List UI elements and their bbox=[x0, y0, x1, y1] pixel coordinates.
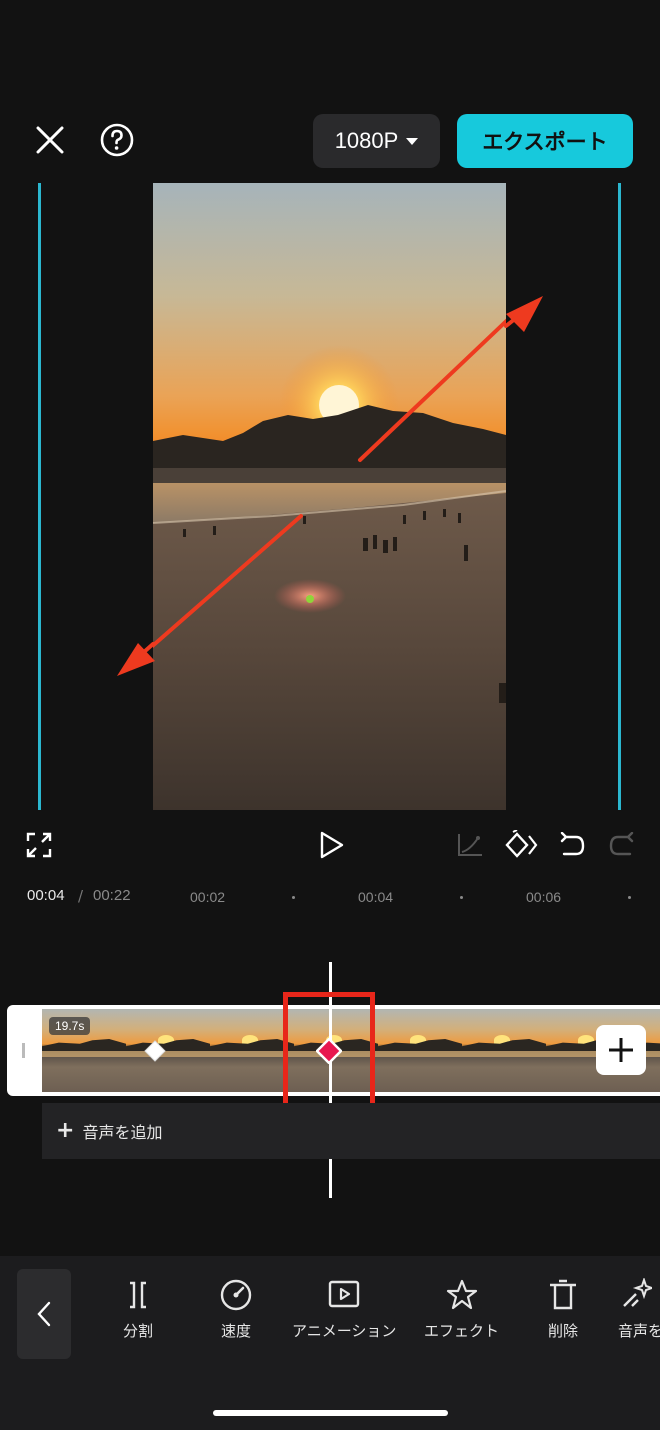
add-clip-button[interactable] bbox=[596, 1025, 646, 1075]
tool-delete[interactable]: 削除 bbox=[546, 1278, 580, 1341]
clip-thumbnail bbox=[210, 1009, 294, 1092]
clip-thumbnail bbox=[126, 1009, 210, 1092]
ruler-tick-label: 00:04 bbox=[358, 889, 394, 905]
ruler-dot bbox=[628, 896, 631, 899]
back-button[interactable] bbox=[17, 1269, 71, 1359]
resolution-dropdown[interactable]: 1080P bbox=[313, 114, 440, 168]
clip-trim-handle[interactable] bbox=[22, 1043, 25, 1058]
fullscreen-icon[interactable] bbox=[26, 832, 52, 858]
annotation-arrows bbox=[117, 296, 543, 676]
tool-label: 音声を bbox=[618, 1322, 660, 1340]
clip-thumbnail bbox=[462, 1009, 546, 1092]
undo-icon[interactable] bbox=[558, 831, 586, 858]
tool-effect[interactable]: エフェクト bbox=[424, 1278, 499, 1341]
effect-icon bbox=[446, 1279, 477, 1310]
plus-icon bbox=[609, 1038, 633, 1062]
highlight-annotation-box bbox=[283, 992, 375, 1108]
help-icon[interactable] bbox=[97, 120, 137, 160]
ruler-tick-label: 00:06 bbox=[526, 889, 562, 905]
total-time: 00:22 bbox=[93, 887, 131, 904]
tool-speed[interactable]: 速度 bbox=[219, 1278, 253, 1341]
play-icon[interactable] bbox=[318, 830, 346, 860]
add-audio-label: 音声を追加 bbox=[82, 1123, 163, 1142]
close-icon[interactable] bbox=[30, 120, 70, 160]
home-indicator bbox=[213, 1410, 448, 1416]
chevron-left-icon bbox=[37, 1301, 51, 1327]
plus-icon: + bbox=[56, 1118, 75, 1143]
time-separator: / bbox=[78, 887, 84, 905]
voice-effect-icon bbox=[623, 1278, 652, 1307]
clip-duration-badge: 19.7s bbox=[49, 1017, 91, 1035]
delete-icon bbox=[550, 1279, 576, 1310]
tool-animation[interactable]: アニメーション bbox=[292, 1278, 396, 1341]
tool-voice-effect[interactable]: 音声を bbox=[618, 1278, 660, 1341]
tool-label: アニメーション bbox=[292, 1322, 397, 1340]
split-icon bbox=[130, 1281, 146, 1309]
animation-icon bbox=[329, 1280, 360, 1308]
ruler-dot bbox=[460, 896, 463, 899]
curve-graph-icon[interactable] bbox=[456, 832, 484, 858]
current-time: 00:04 bbox=[27, 887, 65, 904]
resolution-label: 1080P bbox=[334, 128, 399, 153]
ruler-tick-label: 00:02 bbox=[190, 889, 226, 905]
tool-label: 速度 bbox=[220, 1322, 251, 1340]
chevron-down-icon bbox=[406, 137, 419, 145]
tool-split[interactable]: 分割 bbox=[121, 1278, 155, 1341]
ruler-dot bbox=[292, 896, 295, 899]
add-audio-track[interactable]: + 音声を追加 bbox=[42, 1103, 660, 1159]
tool-label: 削除 bbox=[547, 1322, 578, 1340]
speed-icon bbox=[220, 1279, 252, 1311]
tool-label: エフェクト bbox=[424, 1322, 500, 1340]
clip-thumbnail bbox=[378, 1009, 462, 1092]
export-button[interactable]: エクスポート bbox=[457, 114, 633, 168]
keyframe-marker[interactable] bbox=[144, 1040, 166, 1062]
redo-icon[interactable] bbox=[608, 831, 636, 858]
keyframe-icon[interactable] bbox=[503, 829, 539, 860]
tool-label: 分割 bbox=[122, 1322, 153, 1340]
